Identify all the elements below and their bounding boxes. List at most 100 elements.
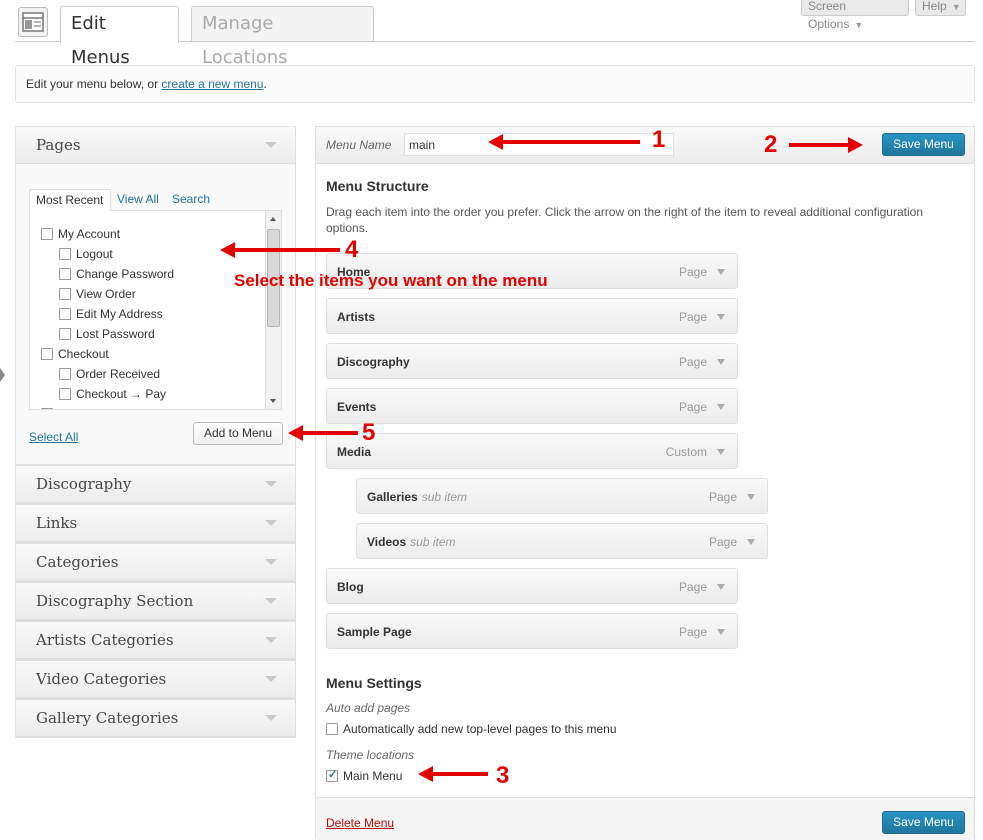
tab-edit-menus[interactable]: Edit Menus <box>60 6 179 68</box>
checkbox[interactable] <box>59 388 71 400</box>
theme-locations-label: Theme locations <box>326 748 415 762</box>
links-box-header[interactable]: Links <box>16 505 295 542</box>
discography-section-box-header[interactable]: Discography Section <box>16 583 295 620</box>
help-button[interactable]: Help ▼ <box>915 0 966 16</box>
menu-item-artists[interactable]: Artists Page <box>326 298 738 334</box>
menu-name-input[interactable] <box>404 133 674 156</box>
annotation-arrow-3 <box>418 766 488 782</box>
main-menu-option[interactable]: Main Menu <box>326 768 403 783</box>
menu-item-galleries[interactable]: Galleries sub item Page <box>356 478 768 514</box>
box-title: Video Categories <box>36 670 167 688</box>
list-item[interactable]: Change Password <box>59 267 174 281</box>
menu-instructions: Drag each item into the order you prefer… <box>326 205 923 235</box>
tab-manage-locations[interactable]: Manage Locations <box>191 6 374 68</box>
list-item[interactable]: Logout <box>59 247 113 261</box>
toggle-arrow-icon[interactable] <box>265 715 277 721</box>
annotation-number-3: 3 <box>496 762 510 789</box>
annotation-arrow-2 <box>789 137 863 153</box>
tab-most-recent[interactable]: Most Recent <box>29 189 111 211</box>
list-item[interactable]: Lost Password <box>59 327 155 341</box>
menu-item-label: Blog <box>337 580 364 594</box>
categories-box-header[interactable]: Categories <box>16 544 295 581</box>
checkbox[interactable] <box>41 228 53 240</box>
expand-arrow-icon[interactable] <box>717 584 725 590</box>
menu-item-discography[interactable]: Discography Page <box>326 343 738 379</box>
menu-item-type: Page <box>678 310 707 324</box>
toggle-arrow-icon[interactable] <box>265 142 277 148</box>
checkbox[interactable] <box>41 348 53 360</box>
tab-view-all[interactable]: View All <box>117 189 159 209</box>
expand-arrow-icon[interactable] <box>747 494 755 500</box>
tab-search[interactable]: Search <box>172 189 210 209</box>
toggle-arrow-icon[interactable] <box>265 676 277 682</box>
menu-footer: Delete Menu Save Menu <box>316 797 974 840</box>
list-scrollbar[interactable] <box>265 211 281 409</box>
expand-arrow-icon[interactable] <box>717 359 725 365</box>
box-title: Discography <box>36 475 132 493</box>
list-item[interactable]: Checkout <box>41 347 109 361</box>
menu-item-media[interactable]: Media Custom <box>326 433 738 469</box>
annotation-arrow-1 <box>488 134 640 150</box>
toggle-arrow-icon[interactable] <box>265 559 277 565</box>
checkbox[interactable] <box>59 308 71 320</box>
scroll-up-icon[interactable] <box>270 217 276 221</box>
list-item[interactable]: Edit My Address <box>59 307 163 321</box>
checkbox[interactable] <box>59 328 71 340</box>
delete-menu-link[interactable]: Delete Menu <box>326 816 394 830</box>
save-menu-button-bottom[interactable]: Save Menu <box>882 811 965 834</box>
gallery-categories-box-header[interactable]: Gallery Categories <box>16 700 295 737</box>
checkbox[interactable] <box>59 248 71 260</box>
list-item-label: Change Password <box>76 267 175 281</box>
video-categories-box-header[interactable]: Video Categories <box>16 661 295 698</box>
box-title: Links <box>36 514 78 532</box>
expand-arrow-icon[interactable] <box>717 629 725 635</box>
toggle-arrow-icon[interactable] <box>265 520 277 526</box>
list-item[interactable]: My Account <box>41 227 120 241</box>
screen-options-button[interactable]: Screen Options ▼ <box>801 0 909 31</box>
list-item[interactable]: Checkout → Pay <box>59 387 166 401</box>
collapse-arrow-icon[interactable] <box>0 368 5 382</box>
list-item-label: My Account <box>58 227 121 241</box>
auto-add-checkbox[interactable] <box>326 723 338 735</box>
menu-item-events[interactable]: Events Page <box>326 388 738 424</box>
menu-item-sample-page[interactable]: Sample Page Page <box>326 613 738 649</box>
toggle-arrow-icon[interactable] <box>265 598 277 604</box>
checkbox[interactable] <box>59 368 71 380</box>
menu-item-label: Videos sub item <box>367 535 456 549</box>
menu-item-label: Events <box>337 400 377 414</box>
checkbox[interactable] <box>41 408 53 409</box>
main-menu-option-label: Main Menu <box>343 769 403 783</box>
annotation-number-1: 1 <box>652 126 666 153</box>
select-all-link[interactable]: Select All <box>29 430 78 444</box>
list-item[interactable]: Order Received <box>59 367 160 381</box>
sub-item-tag: sub item <box>421 490 468 504</box>
list-item[interactable]: View Order <box>59 287 136 301</box>
menu-editor-panel: Menu Name Save Menu Menu Structure Drag … <box>315 126 975 840</box>
annotation-number-4: 4 <box>345 236 359 263</box>
expand-arrow-icon[interactable] <box>717 314 725 320</box>
create-new-menu-link[interactable]: create a new menu <box>161 77 263 91</box>
expand-arrow-icon[interactable] <box>747 539 755 545</box>
save-menu-button-top[interactable]: Save Menu <box>882 133 965 156</box>
toggle-arrow-icon[interactable] <box>265 481 277 487</box>
checkbox[interactable] <box>59 288 71 300</box>
scroll-down-icon[interactable] <box>270 399 276 403</box>
list-item-label: View Order <box>76 287 136 301</box>
discography-box-header[interactable]: Discography <box>16 466 295 503</box>
artists-categories-box-header[interactable]: Artists Categories <box>16 622 295 659</box>
main-menu-checkbox[interactable] <box>326 768 338 782</box>
auto-add-option[interactable]: Automatically add new top-level pages to… <box>326 722 617 736</box>
annotation-arrow-5 <box>288 425 358 441</box>
expand-arrow-icon[interactable] <box>717 404 725 410</box>
list-item-partial[interactable] <box>41 407 58 409</box>
checkbox[interactable] <box>59 268 71 280</box>
toggle-arrow-icon[interactable] <box>265 637 277 643</box>
menu-item-blog[interactable]: Blog Page <box>326 568 738 604</box>
annotation-select-items-text: Select the items you want on the menu <box>234 271 548 290</box>
expand-arrow-icon[interactable] <box>717 269 725 275</box>
list-item-label: Lost Password <box>76 327 155 341</box>
menu-item-videos[interactable]: Videos sub item Page <box>356 523 768 559</box>
pages-box-header[interactable]: Pages <box>16 127 295 164</box>
add-to-menu-button[interactable]: Add to Menu <box>193 422 283 445</box>
expand-arrow-icon[interactable] <box>717 449 725 455</box>
